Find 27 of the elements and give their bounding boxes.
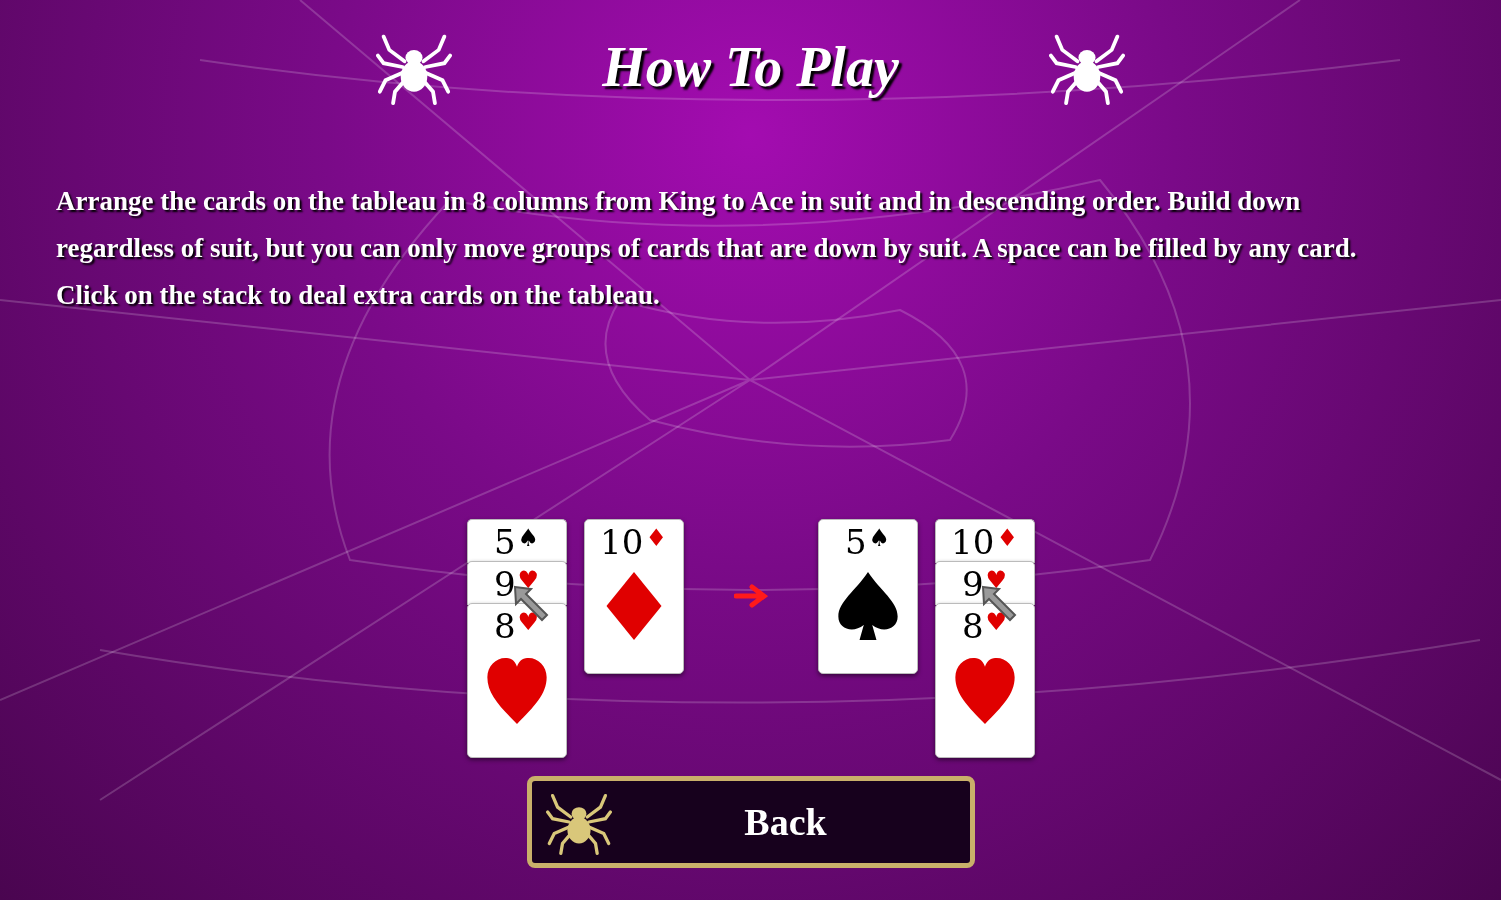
- card-rank: 9: [493, 564, 516, 604]
- card-suit: ♠: [517, 523, 540, 554]
- playing-card[interactable]: 10♦: [583, 519, 684, 674]
- playing-card[interactable]: 10♦: [934, 519, 1035, 563]
- card-rank: 10: [951, 522, 995, 562]
- card-suit: ♦: [645, 523, 667, 554]
- card-suit: ♥: [985, 565, 1008, 596]
- card-suit: ♠: [868, 523, 891, 554]
- instructions-text: Arrange the cards on the tableau in 8 columns from King to Ace in suit and in descending order. Build down regardless of suit, but you can only move groups of cards that are down by suit. A space can be filled by any card. Click on the stack to deal extra cards on the tableau.: [56, 185, 1358, 312]
- card-rank: 10: [600, 522, 644, 562]
- card-suit: ♥: [985, 607, 1008, 638]
- back-button[interactable]: Back: [526, 776, 975, 868]
- page-title: How To Play: [602, 35, 899, 100]
- playing-card[interactable]: 5♠: [817, 519, 918, 674]
- card-suit: ♥: [517, 565, 540, 596]
- card-rank: 5: [844, 522, 867, 562]
- card-rank: 9: [961, 564, 984, 604]
- playing-card[interactable]: 8♥: [934, 603, 1035, 758]
- playing-card[interactable]: 8♥: [466, 603, 567, 758]
- card-suit: ♥: [517, 607, 540, 638]
- card-rank: 8: [961, 606, 984, 646]
- arrow-icon: [733, 583, 768, 609]
- playing-card[interactable]: 5♠: [466, 519, 567, 563]
- card-suit: ♦: [996, 523, 1018, 554]
- spade-icon: [835, 570, 900, 642]
- card-rank: 5: [493, 522, 516, 562]
- card-rank: 8: [493, 606, 516, 646]
